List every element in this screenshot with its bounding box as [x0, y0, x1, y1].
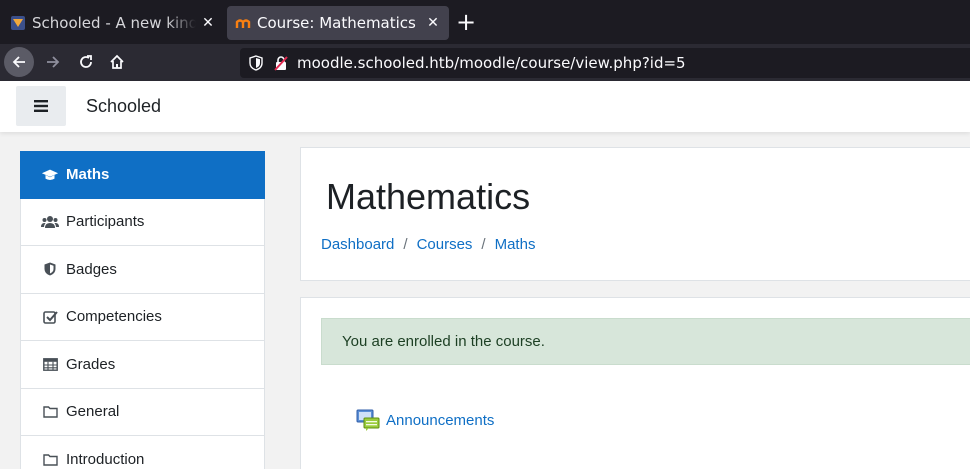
sidebar-item-label: General	[66, 403, 120, 421]
insecure-lock-icon[interactable]	[273, 55, 289, 71]
forum-icon	[356, 409, 380, 431]
sidebar-item-badges[interactable]: Badges	[20, 246, 265, 294]
schooled-favicon-icon	[11, 16, 25, 30]
home-icon	[110, 54, 124, 69]
breadcrumb-separator: /	[481, 236, 486, 253]
back-arrow-icon	[12, 56, 25, 68]
close-tab-icon[interactable]: ✕	[425, 15, 441, 31]
breadcrumb-maths[interactable]: Maths	[495, 236, 536, 253]
hamburger-menu-icon	[34, 100, 48, 112]
sidebar-item-label: Maths	[66, 166, 110, 184]
activity-link[interactable]: Announcements	[386, 412, 494, 429]
folder-icon	[41, 404, 59, 420]
shield-icon	[41, 261, 59, 277]
sidebar-item-label: Participants	[66, 213, 145, 231]
home-button[interactable]	[102, 47, 132, 77]
check-square-icon	[41, 309, 59, 325]
sidebar-item-label: Grades	[66, 355, 116, 373]
tab-title: Schooled - A new kind of	[32, 14, 196, 32]
folder-icon	[41, 451, 59, 467]
tracking-shield-icon[interactable]	[249, 55, 263, 71]
breadcrumb: Dashboard / Courses / Maths	[321, 236, 535, 253]
close-tab-icon[interactable]: ✕	[200, 15, 216, 31]
breadcrumb-separator: /	[403, 236, 408, 253]
browser-tab-schooled[interactable]: Schooled - A new kind of ✕	[2, 6, 224, 40]
graduation-cap-icon	[41, 167, 59, 183]
sidebar-item-maths[interactable]: Maths	[20, 151, 265, 199]
course-content: You are enrolled in the course. Announce…	[300, 297, 970, 469]
site-header: Schooled	[0, 81, 970, 132]
breadcrumb-dashboard[interactable]: Dashboard	[321, 236, 394, 253]
nav-drawer-toggle[interactable]	[16, 86, 66, 126]
sidebar-item-label: Badges	[66, 260, 117, 278]
forward-button[interactable]	[38, 47, 68, 77]
back-button[interactable]	[4, 47, 34, 77]
course-nav-drawer: Maths Participants Badges Competencies G…	[20, 151, 265, 469]
page-header: Mathematics Dashboard / Courses / Maths	[300, 147, 970, 281]
table-icon	[41, 356, 59, 372]
page-title: Mathematics	[326, 176, 531, 217]
breadcrumb-courses[interactable]: Courses	[417, 236, 473, 253]
forward-arrow-icon	[47, 56, 60, 68]
activity-announcements[interactable]: Announcements	[356, 408, 494, 432]
moodle-favicon-icon	[235, 19, 251, 28]
browser-toolbar: moodle.schooled.htb/moodle/course/view.p…	[0, 44, 970, 81]
sidebar-item-label: Competencies	[66, 308, 162, 326]
alert-message: You are enrolled in the course.	[342, 333, 545, 350]
browser-tab-course[interactable]: Course: Mathematics ✕	[227, 6, 449, 40]
sidebar-item-label: Introduction	[66, 450, 145, 468]
users-icon	[41, 214, 59, 230]
reload-icon	[80, 55, 92, 68]
address-bar[interactable]: moodle.schooled.htb/moodle/course/view.p…	[240, 48, 970, 78]
sidebar-item-competencies[interactable]: Competencies	[20, 293, 265, 341]
browser-tab-bar: Schooled - A new kind of ✕ Course: Mathe…	[0, 0, 970, 44]
new-tab-button[interactable]: +	[455, 9, 477, 35]
sidebar-item-introduction[interactable]: Introduction	[20, 436, 265, 469]
sidebar-item-participants[interactable]: Participants	[20, 198, 265, 246]
sidebar-item-general[interactable]: General	[20, 388, 265, 436]
enrolled-alert: You are enrolled in the course.	[321, 318, 970, 365]
reload-button[interactable]	[71, 47, 101, 77]
sidebar-item-grades[interactable]: Grades	[20, 341, 265, 389]
site-name[interactable]: Schooled	[86, 96, 161, 117]
tab-title: Course: Mathematics	[257, 14, 416, 32]
url-text[interactable]: moodle.schooled.htb/moodle/course/view.p…	[297, 54, 686, 72]
